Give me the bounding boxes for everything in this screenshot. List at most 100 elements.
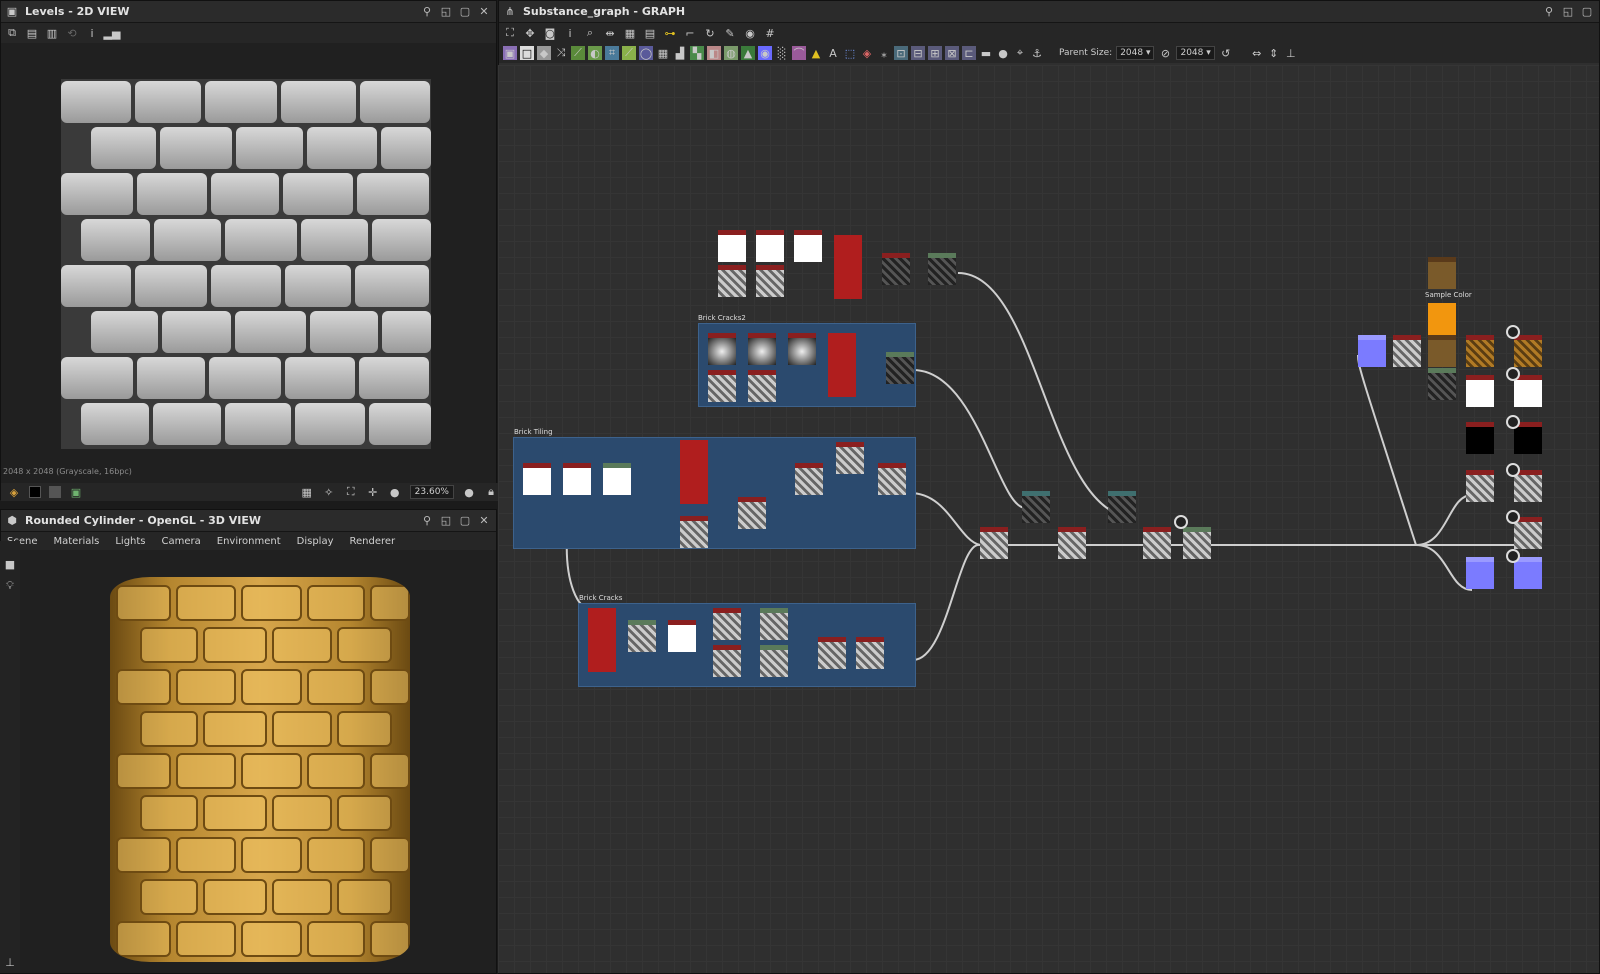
fx-node-icon[interactable]: ⁎ xyxy=(877,46,891,60)
search-icon[interactable]: ⌕ xyxy=(583,26,597,40)
graph-node[interactable] xyxy=(886,352,914,384)
graph-node[interactable] xyxy=(1183,527,1211,559)
gradient-node-icon[interactable]: ▟ xyxy=(673,46,687,60)
graph-node[interactable] xyxy=(1428,303,1456,335)
link-icon[interactable]: ⊶ xyxy=(663,26,677,40)
reset-icon[interactable]: ↺ xyxy=(1219,46,1233,60)
graph-node[interactable] xyxy=(680,516,708,548)
graph-node[interactable] xyxy=(1466,422,1494,454)
lock-icon[interactable]: 🔒︎ xyxy=(484,485,498,499)
zoom-out-icon[interactable]: ● xyxy=(388,485,402,499)
graph-node[interactable] xyxy=(1514,470,1542,502)
graph-node[interactable] xyxy=(603,463,631,495)
center-icon[interactable]: ✛ xyxy=(366,485,380,499)
graph-node[interactable] xyxy=(738,497,766,529)
graph-node[interactable] xyxy=(760,645,788,677)
graph-node[interactable] xyxy=(1143,527,1171,559)
graph-node[interactable] xyxy=(1466,335,1494,367)
vertical-link-icon[interactable]: ⇕ xyxy=(1267,46,1281,60)
graph-node[interactable] xyxy=(928,253,956,285)
output-icon[interactable] xyxy=(1506,463,1520,477)
zoom-field[interactable]: 23.60% xyxy=(409,485,454,499)
graph-node[interactable] xyxy=(1022,491,1050,523)
graph-node[interactable] xyxy=(878,463,906,495)
menu-materials[interactable]: Materials xyxy=(54,536,100,547)
graph-node[interactable] xyxy=(836,442,864,474)
graph-node[interactable] xyxy=(760,608,788,640)
layout-icon[interactable]: ▦ xyxy=(623,26,637,40)
anchor-icon[interactable]: ⚓︎ xyxy=(1030,46,1044,60)
align-icon[interactable]: ⇹ xyxy=(603,26,617,40)
graph-node[interactable] xyxy=(680,440,708,504)
graph-node[interactable] xyxy=(1108,491,1136,523)
snapshot-icon[interactable]: ◉ xyxy=(743,26,757,40)
pixel-node-icon[interactable]: ⬚ xyxy=(843,46,857,60)
menu-lights[interactable]: Lights xyxy=(115,536,145,547)
gray-swatch[interactable] xyxy=(49,486,61,498)
black-swatch[interactable] xyxy=(29,486,41,498)
graph-node[interactable] xyxy=(1514,557,1542,589)
graph-node[interactable] xyxy=(1058,527,1086,559)
graph-node[interactable] xyxy=(713,645,741,677)
graph-node[interactable] xyxy=(1466,557,1494,589)
graph-node[interactable] xyxy=(756,230,784,262)
graph-node[interactable] xyxy=(788,333,816,365)
output-size-select[interactable]: 2048 ▾ xyxy=(1176,46,1215,60)
fit-icon[interactable]: ⛶ xyxy=(344,485,358,499)
graph-node[interactable] xyxy=(834,235,862,299)
maximize-icon[interactable]: ▢ xyxy=(1579,4,1595,20)
link-size-icon[interactable]: ⊘ xyxy=(1158,46,1172,60)
levels-node-icon[interactable]: ⟋ xyxy=(622,46,636,60)
menu-environment[interactable]: Environment xyxy=(217,536,281,547)
pan-icon[interactable]: ✥ xyxy=(523,26,537,40)
uniform-node-icon[interactable]: □ xyxy=(520,46,534,60)
blend-node-icon[interactable]: ◐ xyxy=(588,46,602,60)
output-icon[interactable] xyxy=(1506,510,1520,524)
graph-node[interactable] xyxy=(708,333,736,365)
graph-node[interactable] xyxy=(1428,368,1456,400)
histogram-node-icon[interactable]: ▲ xyxy=(741,46,755,60)
sharpen-node-icon[interactable]: ▲ xyxy=(809,46,823,60)
pin-icon[interactable]: ⚲ xyxy=(419,513,435,529)
input-node-icon[interactable]: ⊟ xyxy=(911,46,925,60)
texture-preview[interactable] xyxy=(61,79,431,449)
graph-node[interactable] xyxy=(980,527,1008,559)
tools-icon[interactable]: ✎ xyxy=(723,26,737,40)
graph-node[interactable] xyxy=(756,265,784,297)
graph-node[interactable] xyxy=(794,230,822,262)
close-icon[interactable]: ✕ xyxy=(476,4,492,20)
zoom-in-icon[interactable]: ● xyxy=(462,485,476,499)
pin-node-icon[interactable]: ⌖ xyxy=(1013,46,1027,60)
graph-node[interactable] xyxy=(668,620,696,652)
output-icon[interactable] xyxy=(1506,325,1520,339)
pin-dot-icon[interactable] xyxy=(1174,515,1188,529)
graph-node[interactable] xyxy=(748,370,776,402)
grid-icon[interactable]: ▦ xyxy=(300,485,314,499)
float-icon[interactable]: ◱ xyxy=(1560,4,1576,20)
copy-icon[interactable]: ⧉ xyxy=(5,26,19,40)
save-icon[interactable]: ▤ xyxy=(25,26,39,40)
graph-node[interactable] xyxy=(795,463,823,495)
value-node-icon[interactable]: ⊠ xyxy=(945,46,959,60)
pin-icon[interactable]: ⚲ xyxy=(1541,4,1557,20)
float-icon[interactable]: ◱ xyxy=(438,4,454,20)
graph-node[interactable] xyxy=(588,608,616,672)
channels-icon[interactable]: ◈ xyxy=(7,485,21,499)
uv-icon[interactable]: ⟲ xyxy=(65,26,79,40)
graph-node[interactable] xyxy=(523,463,551,495)
grid-snap-icon[interactable]: # xyxy=(763,26,777,40)
noise-node-icon[interactable]: ░ xyxy=(775,46,789,60)
output-icon[interactable] xyxy=(1506,367,1520,381)
axis-icon[interactable]: ⊥ xyxy=(3,955,17,969)
graph-node[interactable] xyxy=(718,230,746,262)
graph-node[interactable] xyxy=(1514,517,1542,549)
connect-mode-icon[interactable]: ⇔ xyxy=(1250,46,1264,60)
tiling-icon[interactable]: ✧ xyxy=(322,485,336,499)
output-node-icon[interactable]: ⊞ xyxy=(928,46,942,60)
graph-node[interactable] xyxy=(708,370,736,402)
graph-node[interactable] xyxy=(818,637,846,669)
vector-node-icon[interactable]: ⊡ xyxy=(894,46,908,60)
info-icon[interactable]: i xyxy=(85,26,99,40)
transform-node-icon[interactable]: ◯ xyxy=(639,46,653,60)
tile-node-icon[interactable]: ▦ xyxy=(656,46,670,60)
